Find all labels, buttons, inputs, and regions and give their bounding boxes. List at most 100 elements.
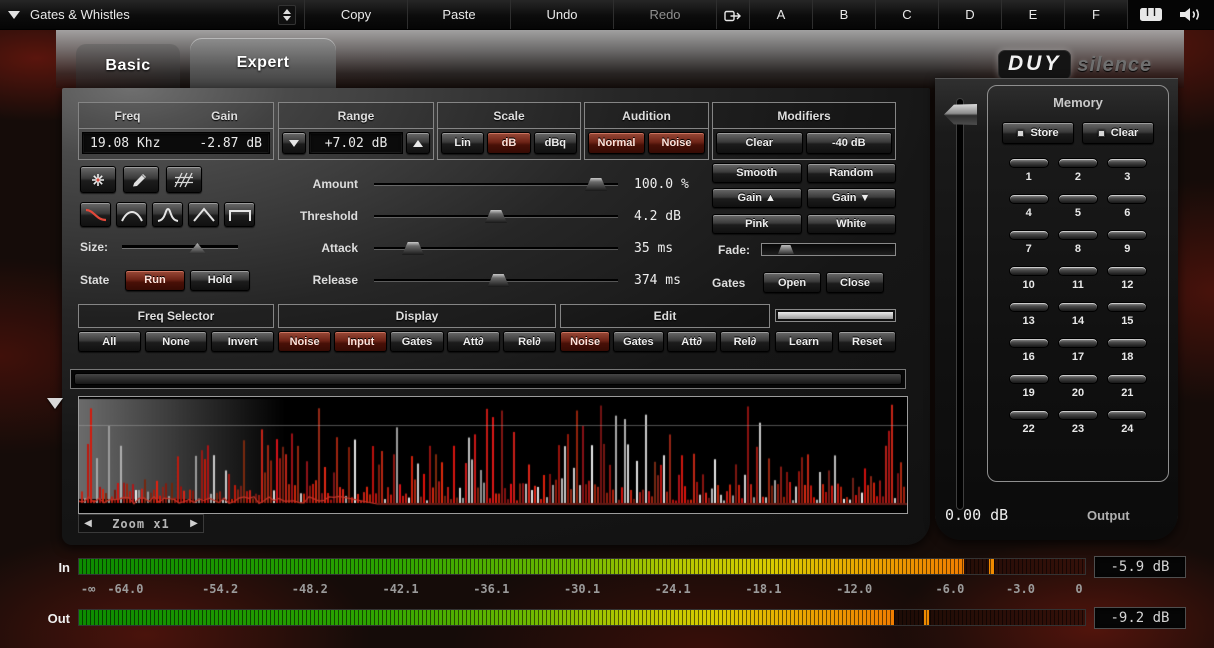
preset-slot-a[interactable]: A bbox=[750, 0, 813, 29]
audition-noise-button[interactable]: Noise bbox=[648, 132, 705, 154]
modifier-white-button[interactable]: White bbox=[807, 214, 897, 234]
memory-slot-button[interactable] bbox=[1107, 302, 1147, 312]
release-slider-handle[interactable] bbox=[487, 274, 509, 287]
memory-slot-button[interactable] bbox=[1107, 230, 1147, 240]
memory-slot-button[interactable] bbox=[1009, 266, 1049, 276]
spectrum-scrollbar-thumb[interactable] bbox=[74, 373, 902, 385]
memory-slot-button[interactable] bbox=[1107, 410, 1147, 420]
size-slider-handle[interactable] bbox=[188, 243, 206, 254]
paste-button[interactable]: Paste bbox=[408, 0, 511, 29]
range-up-button[interactable] bbox=[406, 132, 430, 154]
gates-close-button[interactable]: Close bbox=[826, 272, 884, 293]
scale-lin-button[interactable]: Lin bbox=[441, 132, 484, 154]
curve-peak-button[interactable] bbox=[188, 202, 219, 227]
scale-db-button[interactable]: dB bbox=[487, 132, 530, 154]
select-all-button[interactable]: All bbox=[78, 331, 141, 352]
modifier-pink-button[interactable]: Pink bbox=[712, 214, 802, 234]
memory-slot-button[interactable] bbox=[1107, 194, 1147, 204]
display-gates-button[interactable]: Gates bbox=[390, 331, 443, 352]
memory-slot-button[interactable] bbox=[1009, 338, 1049, 348]
spectrum-scrollbar[interactable] bbox=[70, 369, 906, 389]
spectrum-position-marker[interactable] bbox=[47, 398, 63, 409]
scale-dbq-button[interactable]: dBq bbox=[534, 132, 577, 154]
display-release-button[interactable]: Rel∂ bbox=[503, 331, 556, 352]
node-tool-button[interactable] bbox=[80, 166, 116, 193]
fade-slider[interactable] bbox=[761, 243, 896, 256]
hatch-tool-button[interactable] bbox=[166, 166, 202, 193]
modifier-gain-down-button[interactable]: Gain ▼ bbox=[807, 188, 897, 208]
display-noise-button[interactable]: Noise bbox=[278, 331, 331, 352]
memory-store-button[interactable]: Store bbox=[1002, 122, 1074, 144]
preset-slot-f[interactable]: F bbox=[1065, 0, 1128, 29]
learn-button[interactable]: Learn bbox=[775, 331, 833, 352]
modifier-gain-up-button[interactable]: Gain ▲ bbox=[712, 188, 802, 208]
memory-slot-button[interactable] bbox=[1009, 374, 1049, 384]
gates-open-button[interactable]: Open bbox=[763, 272, 821, 293]
memory-slot-button[interactable] bbox=[1009, 230, 1049, 240]
edit-gates-button[interactable]: Gates bbox=[613, 331, 663, 352]
memory-slot-button[interactable] bbox=[1058, 266, 1098, 276]
reset-button[interactable]: Reset bbox=[838, 331, 896, 352]
size-slider[interactable] bbox=[122, 239, 238, 255]
modifier-clear-button[interactable]: Clear bbox=[716, 132, 803, 154]
attack-slider-handle[interactable] bbox=[402, 242, 424, 255]
memory-slot-button[interactable] bbox=[1107, 374, 1147, 384]
preset-selector[interactable]: Gates & Whistles bbox=[0, 0, 305, 29]
memory-slot-button[interactable] bbox=[1058, 374, 1098, 384]
memory-slot-button[interactable] bbox=[1058, 302, 1098, 312]
preset-spinner[interactable] bbox=[278, 5, 296, 25]
preset-slot-e[interactable]: E bbox=[1002, 0, 1065, 29]
preset-slot-b[interactable]: B bbox=[813, 0, 876, 29]
memory-slot-button[interactable] bbox=[1107, 266, 1147, 276]
curve-bell-button[interactable] bbox=[116, 202, 147, 227]
preset-slot-c[interactable]: C bbox=[876, 0, 939, 29]
select-invert-button[interactable]: Invert bbox=[211, 331, 274, 352]
edit-noise-button[interactable]: Noise bbox=[560, 331, 610, 352]
pencil-tool-button[interactable] bbox=[123, 166, 159, 193]
fade-slider-handle[interactable] bbox=[778, 245, 794, 254]
state-run-button[interactable]: Run bbox=[125, 270, 185, 291]
modifier-smooth-button[interactable]: Smooth bbox=[712, 163, 802, 183]
display-attack-button[interactable]: Att∂ bbox=[447, 331, 500, 352]
curve-ramp-button[interactable] bbox=[80, 202, 111, 227]
spectrum-canvas[interactable] bbox=[79, 397, 907, 513]
tab-basic[interactable]: Basic bbox=[76, 44, 180, 88]
modifier-random-button[interactable]: Random bbox=[807, 163, 897, 183]
curve-table-button[interactable] bbox=[224, 202, 255, 227]
attack-slider[interactable] bbox=[374, 240, 618, 256]
release-slider[interactable] bbox=[374, 272, 618, 288]
display-input-button[interactable]: Input bbox=[334, 331, 387, 352]
redo-button[interactable]: Redo bbox=[614, 0, 717, 29]
select-none-button[interactable]: None bbox=[145, 331, 208, 352]
audition-normal-button[interactable]: Normal bbox=[588, 132, 645, 154]
preset-slot-d[interactable]: D bbox=[939, 0, 1002, 29]
output-fader-track[interactable] bbox=[956, 98, 964, 510]
keyboard-button[interactable] bbox=[1134, 3, 1168, 27]
memory-slot-button[interactable] bbox=[1009, 194, 1049, 204]
preset-transfer-button[interactable] bbox=[717, 0, 750, 29]
threshold-slider[interactable] bbox=[374, 208, 618, 224]
tab-expert[interactable]: Expert bbox=[190, 38, 336, 88]
edit-release-button[interactable]: Rel∂ bbox=[720, 331, 770, 352]
undo-button[interactable]: Undo bbox=[511, 0, 614, 29]
memory-slot-button[interactable] bbox=[1009, 410, 1049, 420]
memory-slot-button[interactable] bbox=[1058, 194, 1098, 204]
memory-slot-button[interactable] bbox=[1107, 158, 1147, 168]
memory-slot-button[interactable] bbox=[1058, 410, 1098, 420]
speaker-button[interactable] bbox=[1174, 3, 1208, 27]
memory-slot-button[interactable] bbox=[1058, 338, 1098, 348]
memory-slot-button[interactable] bbox=[1009, 158, 1049, 168]
zoom-in-button[interactable]: ▶ bbox=[185, 518, 203, 529]
modifier-minus40-button[interactable]: -40 dB bbox=[806, 132, 893, 154]
memory-slot-button[interactable] bbox=[1107, 338, 1147, 348]
output-fader-handle[interactable] bbox=[944, 104, 977, 125]
copy-button[interactable]: Copy bbox=[305, 0, 408, 29]
memory-slot-button[interactable] bbox=[1058, 230, 1098, 240]
curve-notch-button[interactable] bbox=[152, 202, 183, 227]
threshold-slider-handle[interactable] bbox=[485, 210, 507, 223]
amount-slider-handle[interactable] bbox=[585, 178, 607, 191]
edit-attack-button[interactable]: Att∂ bbox=[667, 331, 717, 352]
state-hold-button[interactable]: Hold bbox=[190, 270, 250, 291]
memory-slot-button[interactable] bbox=[1009, 302, 1049, 312]
amount-slider[interactable] bbox=[374, 176, 618, 192]
